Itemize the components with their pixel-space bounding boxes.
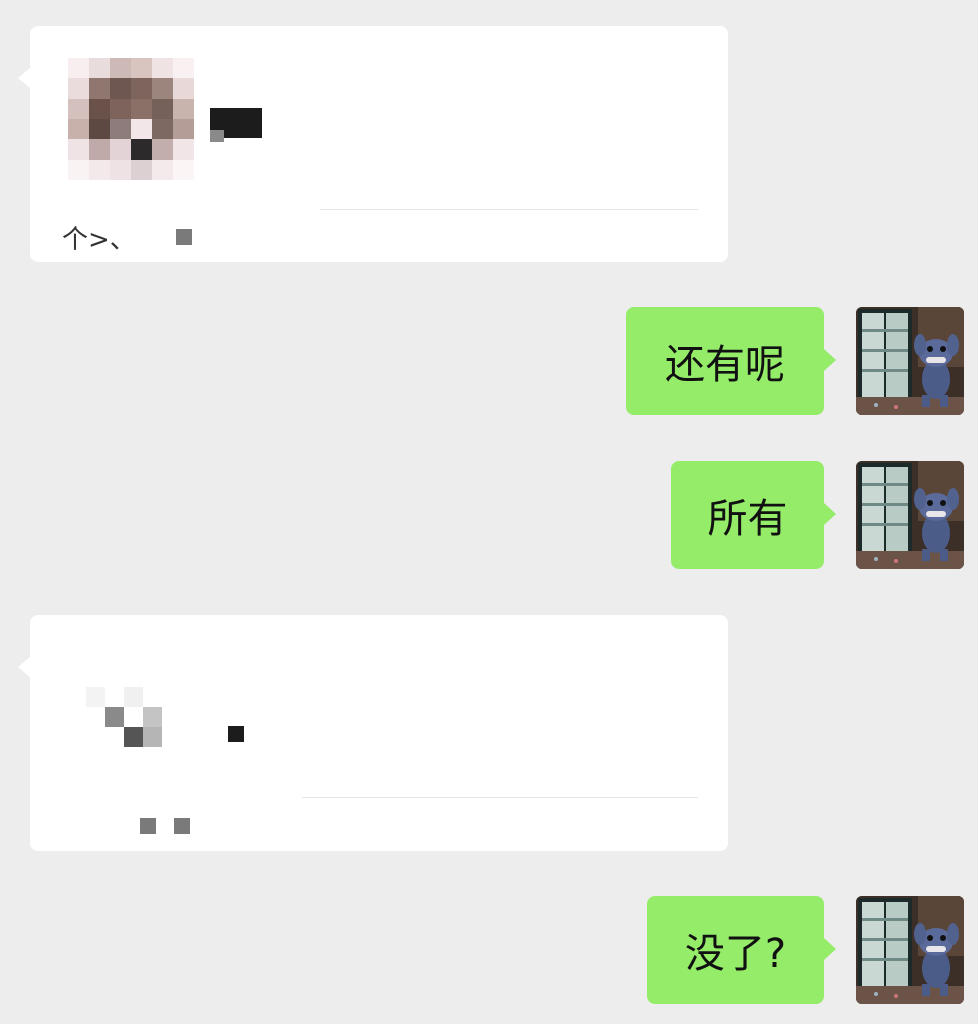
avatar-image xyxy=(856,461,964,569)
avatar[interactable] xyxy=(856,307,964,415)
redacted-title-mark xyxy=(210,130,224,142)
card-source-label xyxy=(140,811,190,841)
message-text: 还有呢 xyxy=(665,342,785,388)
redacted-pixel xyxy=(175,229,192,245)
avatar[interactable] xyxy=(856,461,964,569)
redacted-title-mark xyxy=(228,726,244,742)
pixelated-card-thumbnail xyxy=(68,58,194,180)
message-text: 所有 xyxy=(707,496,788,542)
avatar-image xyxy=(856,307,964,415)
outgoing-text-message[interactable]: 还有呢 xyxy=(626,307,836,415)
avatar[interactable] xyxy=(856,896,964,1004)
avatar-image xyxy=(856,896,964,1004)
card-divider xyxy=(302,797,698,798)
incoming-card-message[interactable]: 个>、 xyxy=(18,26,728,262)
message-text: 没了? xyxy=(684,931,787,977)
incoming-card-message[interactable] xyxy=(18,615,728,851)
card-source-label: 个>、 xyxy=(62,222,192,255)
pixelated-card-thumbnail xyxy=(86,687,162,747)
redacted-pixel xyxy=(174,818,190,834)
outgoing-text-message[interactable]: 没了? xyxy=(647,896,836,1004)
chat-message-list: 个>、 还有呢 所有 没了? xyxy=(0,0,978,1024)
card-source-text: 个>、 xyxy=(62,224,136,255)
redacted-pixel xyxy=(140,818,156,834)
outgoing-text-message[interactable]: 所有 xyxy=(671,461,836,569)
card-divider xyxy=(320,209,698,210)
